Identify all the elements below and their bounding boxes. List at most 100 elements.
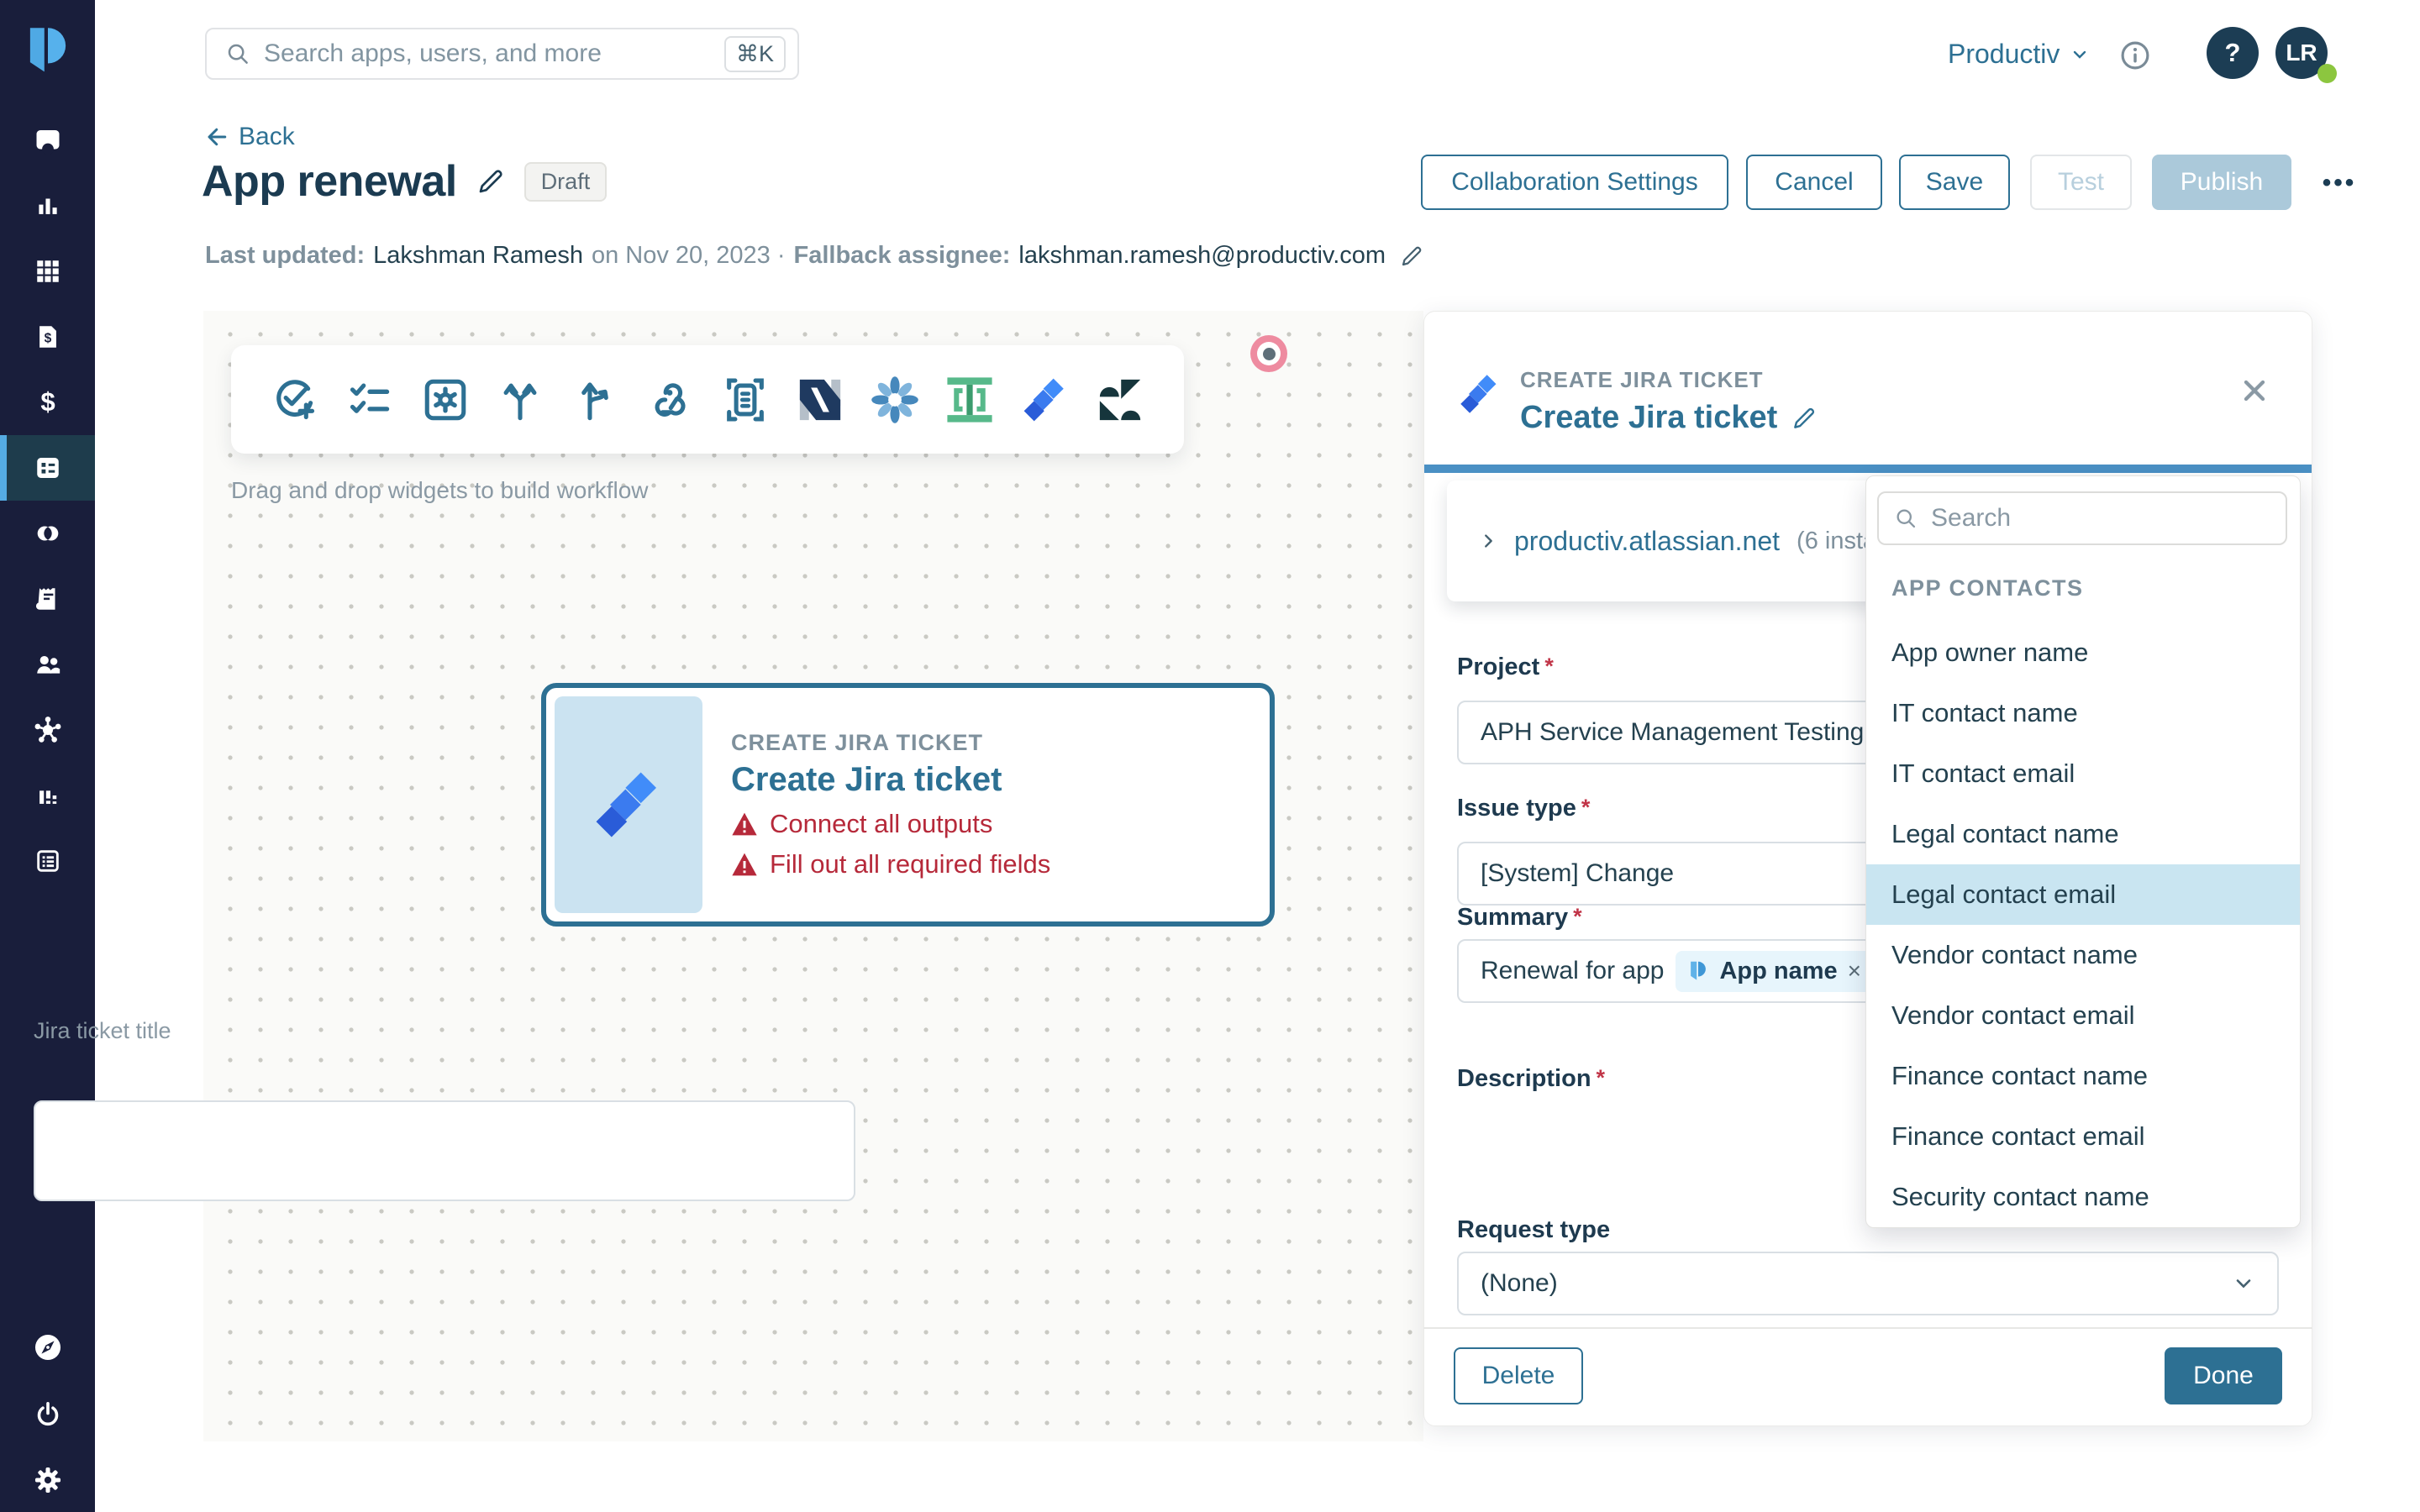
panel-title: Create Jira ticket [1520,400,1777,436]
online-status-dot [2317,64,2337,83]
sidebar-item-explore[interactable] [0,1314,95,1381]
assignee-email: lakshman.ramesh@productiv.com [1018,242,1386,270]
contact-option[interactable]: Legal contact name [1866,804,2300,864]
dropdown-search-input[interactable] [1931,504,2270,533]
checklist-icon[interactable] [345,375,395,425]
panel-kicker: CREATE JIRA TICKET [1520,367,1818,393]
edit-assignee-icon[interactable] [1399,244,1424,269]
contact-option[interactable]: IT contact name [1866,683,2300,743]
sidebar-item-analytics[interactable] [0,173,95,239]
request-type-select[interactable]: (None) [1457,1252,2279,1315]
issue-type-label: Issue type* [1457,795,1590,822]
assignee-label: Fallback assignee: [794,242,1011,270]
zendesk-logo[interactable] [1095,375,1145,425]
request-type-value: (None) [1481,1269,1558,1298]
productiv-logo[interactable] [22,24,74,77]
sidebar-item-logout[interactable] [0,1381,95,1448]
search-input[interactable] [264,39,724,68]
done-button[interactable]: Done [2165,1347,2282,1404]
edit-title-icon[interactable] [476,166,506,197]
contact-option[interactable]: Security contact name [1866,1167,2300,1227]
publish-button[interactable]: Publish [2152,155,2291,210]
org-switcher[interactable]: Productiv [1948,39,2090,70]
sidebar-item-workflows[interactable] [0,435,95,501]
flower-app-logo[interactable] [870,375,920,425]
dropdown-group-header: APP CONTACTS [1891,575,2084,601]
compass-icon [32,1331,64,1363]
green-beam-logo[interactable] [944,375,995,425]
app-name-chip[interactable]: App name × [1676,951,1873,992]
app-window: $ $ [0,0,2420,1512]
jira-logo[interactable] [1020,375,1071,425]
widget-toolbar [231,345,1184,454]
info-icon [2119,39,2151,71]
info-button[interactable] [2119,39,2151,76]
jira-logo [592,768,666,842]
canvas-hint: Drag and drop widgets to build workflow [231,477,648,504]
contact-option[interactable]: Vendor contact email [1866,985,2300,1046]
workflows-icon [33,453,63,483]
contact-options: App owner nameIT contact nameIT contact … [1866,622,2300,1227]
close-panel-button[interactable] [2238,374,2271,412]
chevron-down-icon [2232,1272,2255,1295]
collaboration-settings-button[interactable]: Collaboration Settings [1421,155,1728,210]
dropdown-search[interactable] [1877,491,2287,545]
help-button[interactable]: ? [2207,27,2259,79]
form-brackets-icon[interactable] [720,375,771,425]
workflow-node-create-jira-ticket[interactable]: CREATE JIRA TICKET Create Jira ticket Co… [541,683,1275,927]
sidebar-item-settings[interactable] [0,1448,95,1512]
contact-option[interactable]: Finance contact name [1866,1046,2300,1106]
netsuite-logo[interactable] [795,375,845,425]
sidebar-item-integrations[interactable] [0,697,95,763]
node-body: CREATE JIRA TICKET Create Jira ticket Co… [702,696,1261,913]
sidebar-item-contracts[interactable] [0,566,95,632]
sidebar-item-usage[interactable] [0,763,95,828]
contact-option[interactable]: App owner name [1866,622,2300,683]
global-search[interactable]: ⌘K [205,28,799,80]
task-check-plus-icon[interactable] [270,375,320,425]
summary-prefix: Renewal for app [1481,957,1664,985]
org-name: Productiv [1948,39,2060,70]
contact-option[interactable]: Finance contact email [1866,1106,2300,1167]
cancel-button[interactable]: Cancel [1746,155,1882,210]
venn-circles-icon [32,519,64,548]
sidebar-item-overlap[interactable] [0,501,95,566]
contact-option[interactable]: IT contact email [1866,743,2300,804]
gear-box-icon[interactable] [420,375,471,425]
node-output-port[interactable] [1250,335,1287,372]
edit-node-name-icon[interactable] [1791,405,1818,432]
integrations-hub-icon [33,715,63,745]
sidebar-item-apps[interactable] [0,239,95,304]
sidebar-item-team[interactable] [0,632,95,697]
branch-merge-icon[interactable] [570,375,620,425]
node-warning-row: Fill out all required fields [731,849,1261,879]
updated-label: Last updated: [205,242,365,270]
power-icon [33,1399,63,1430]
contact-option[interactable]: Legal contact email [1866,864,2300,925]
sidebar-item-spend[interactable]: $ [0,304,95,370]
productiv-logo [1687,959,1709,983]
avatar-initials: LR [2286,39,2317,66]
arrow-left-icon [205,124,230,150]
chevron-right-icon [1479,530,1497,552]
sidebar: $ $ [0,0,95,1512]
node-warning-row: Connect all outputs [731,809,1261,839]
save-button[interactable]: Save [1899,155,2010,210]
sidebar-item-pricing[interactable]: $ [0,370,95,435]
sidebar-item-inbox[interactable] [0,108,95,173]
usage-bars-icon [34,781,62,810]
workflow-canvas[interactable]: Drag and drop widgets to build workflow … [203,311,1423,1441]
sidebar-item-features[interactable] [0,828,95,894]
back-link[interactable]: Back [205,123,295,151]
more-actions-button[interactable]: ••• [2312,166,2366,200]
test-button[interactable]: Test [2030,155,2132,210]
webhook-icon[interactable] [644,375,695,425]
delete-button[interactable]: Delete [1454,1347,1583,1404]
variable-dropdown: APP CONTACTS App owner nameIT contact na… [1865,475,2301,1228]
meta-row: Last updated: Lakshman Ramesh on Nov 20,… [205,242,1424,270]
description-textarea[interactable] [34,1100,855,1201]
chip-remove-icon[interactable]: × [1848,958,1861,984]
branch-split-icon[interactable] [495,375,545,425]
contact-option[interactable]: Vendor contact name [1866,925,2300,985]
description-label: Description* [1457,1065,1605,1093]
